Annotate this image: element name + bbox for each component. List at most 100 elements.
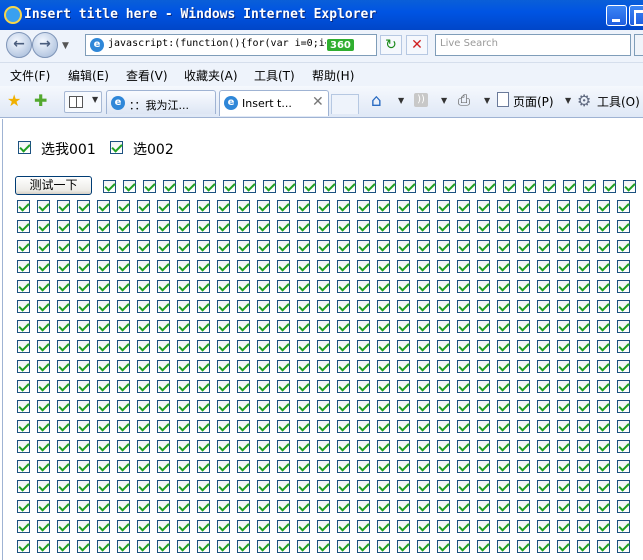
- generated-checkbox[interactable]: [343, 180, 356, 193]
- generated-checkbox[interactable]: [357, 540, 370, 553]
- generated-checkbox[interactable]: [137, 460, 150, 473]
- generated-checkbox[interactable]: [557, 460, 570, 473]
- generated-checkbox[interactable]: [397, 340, 410, 353]
- generated-checkbox[interactable]: [317, 340, 330, 353]
- generated-checkbox[interactable]: [57, 300, 70, 313]
- generated-checkbox[interactable]: [97, 320, 110, 333]
- generated-checkbox[interactable]: [257, 460, 270, 473]
- generated-checkbox[interactable]: [237, 240, 250, 253]
- generated-checkbox[interactable]: [317, 260, 330, 273]
- generated-checkbox[interactable]: [457, 440, 470, 453]
- generated-checkbox[interactable]: [617, 300, 630, 313]
- generated-checkbox[interactable]: [177, 240, 190, 253]
- generated-checkbox[interactable]: [417, 260, 430, 273]
- generated-checkbox[interactable]: [17, 540, 30, 553]
- generated-checkbox[interactable]: [163, 180, 176, 193]
- generated-checkbox[interactable]: [317, 460, 330, 473]
- generated-checkbox[interactable]: [157, 440, 170, 453]
- generated-checkbox[interactable]: [497, 440, 510, 453]
- generated-checkbox[interactable]: [177, 400, 190, 413]
- generated-checkbox[interactable]: [617, 500, 630, 513]
- generated-checkbox[interactable]: [117, 500, 130, 513]
- generated-checkbox[interactable]: [377, 380, 390, 393]
- menu-view[interactable]: 查看(V): [126, 67, 168, 84]
- generated-checkbox[interactable]: [377, 200, 390, 213]
- generated-checkbox[interactable]: [277, 440, 290, 453]
- generated-checkbox[interactable]: [97, 240, 110, 253]
- generated-checkbox[interactable]: [117, 320, 130, 333]
- generated-checkbox[interactable]: [537, 460, 550, 473]
- generated-checkbox[interactable]: [477, 280, 490, 293]
- generated-checkbox[interactable]: [557, 300, 570, 313]
- generated-checkbox[interactable]: [337, 240, 350, 253]
- generated-checkbox[interactable]: [117, 220, 130, 233]
- generated-checkbox[interactable]: [297, 320, 310, 333]
- generated-checkbox[interactable]: [517, 540, 530, 553]
- 360-badge-icon[interactable]: 360: [326, 38, 355, 52]
- generated-checkbox[interactable]: [537, 300, 550, 313]
- generated-checkbox[interactable]: [277, 400, 290, 413]
- generated-checkbox[interactable]: [77, 520, 90, 533]
- generated-checkbox[interactable]: [417, 400, 430, 413]
- generated-checkbox[interactable]: [197, 300, 210, 313]
- generated-checkbox[interactable]: [517, 440, 530, 453]
- generated-checkbox[interactable]: [337, 420, 350, 433]
- generated-checkbox[interactable]: [557, 220, 570, 233]
- checkbox-001[interactable]: [18, 141, 31, 154]
- generated-checkbox[interactable]: [17, 400, 30, 413]
- generated-checkbox[interactable]: [577, 240, 590, 253]
- generated-checkbox[interactable]: [297, 400, 310, 413]
- generated-checkbox[interactable]: [257, 340, 270, 353]
- generated-checkbox[interactable]: [37, 200, 50, 213]
- generated-checkbox[interactable]: [277, 460, 290, 473]
- generated-checkbox[interactable]: [477, 320, 490, 333]
- generated-checkbox[interactable]: [397, 400, 410, 413]
- generated-checkbox[interactable]: [157, 300, 170, 313]
- generated-checkbox[interactable]: [37, 540, 50, 553]
- generated-checkbox[interactable]: [397, 360, 410, 373]
- generated-checkbox[interactable]: [117, 300, 130, 313]
- generated-checkbox[interactable]: [497, 500, 510, 513]
- generated-checkbox[interactable]: [537, 260, 550, 273]
- generated-checkbox[interactable]: [317, 480, 330, 493]
- generated-checkbox[interactable]: [17, 460, 30, 473]
- generated-checkbox[interactable]: [37, 280, 50, 293]
- generated-checkbox[interactable]: [197, 320, 210, 333]
- tab-list-dropdown-icon[interactable]: ▼: [92, 95, 98, 104]
- generated-checkbox[interactable]: [557, 400, 570, 413]
- generated-checkbox[interactable]: [223, 180, 236, 193]
- generated-checkbox[interactable]: [557, 280, 570, 293]
- generated-checkbox[interactable]: [357, 240, 370, 253]
- generated-checkbox[interactable]: [517, 300, 530, 313]
- generated-checkbox[interactable]: [317, 440, 330, 453]
- generated-checkbox[interactable]: [357, 380, 370, 393]
- generated-checkbox[interactable]: [217, 320, 230, 333]
- generated-checkbox[interactable]: [417, 460, 430, 473]
- generated-checkbox[interactable]: [477, 520, 490, 533]
- generated-checkbox[interactable]: [377, 400, 390, 413]
- generated-checkbox[interactable]: [177, 460, 190, 473]
- search-input[interactable]: Live Search: [435, 34, 631, 56]
- generated-checkbox[interactable]: [517, 360, 530, 373]
- generated-checkbox[interactable]: [483, 180, 496, 193]
- generated-checkbox[interactable]: [117, 440, 130, 453]
- generated-checkbox[interactable]: [137, 300, 150, 313]
- generated-checkbox[interactable]: [497, 520, 510, 533]
- address-input[interactable]: javascript:(function(){for(var i=0;i<: [108, 38, 331, 49]
- generated-checkbox[interactable]: [203, 180, 216, 193]
- generated-checkbox[interactable]: [597, 300, 610, 313]
- generated-checkbox[interactable]: [317, 500, 330, 513]
- generated-checkbox[interactable]: [537, 320, 550, 333]
- menu-favorites[interactable]: 收藏夹(A): [184, 67, 238, 84]
- generated-checkbox[interactable]: [457, 200, 470, 213]
- generated-checkbox[interactable]: [337, 340, 350, 353]
- generated-checkbox[interactable]: [317, 300, 330, 313]
- generated-checkbox[interactable]: [417, 440, 430, 453]
- generated-checkbox[interactable]: [557, 360, 570, 373]
- generated-checkbox[interactable]: [137, 380, 150, 393]
- generated-checkbox[interactable]: [417, 420, 430, 433]
- generated-checkbox[interactable]: [303, 180, 316, 193]
- generated-checkbox[interactable]: [557, 240, 570, 253]
- generated-checkbox[interactable]: [57, 480, 70, 493]
- refresh-button[interactable]: ↻: [380, 35, 402, 55]
